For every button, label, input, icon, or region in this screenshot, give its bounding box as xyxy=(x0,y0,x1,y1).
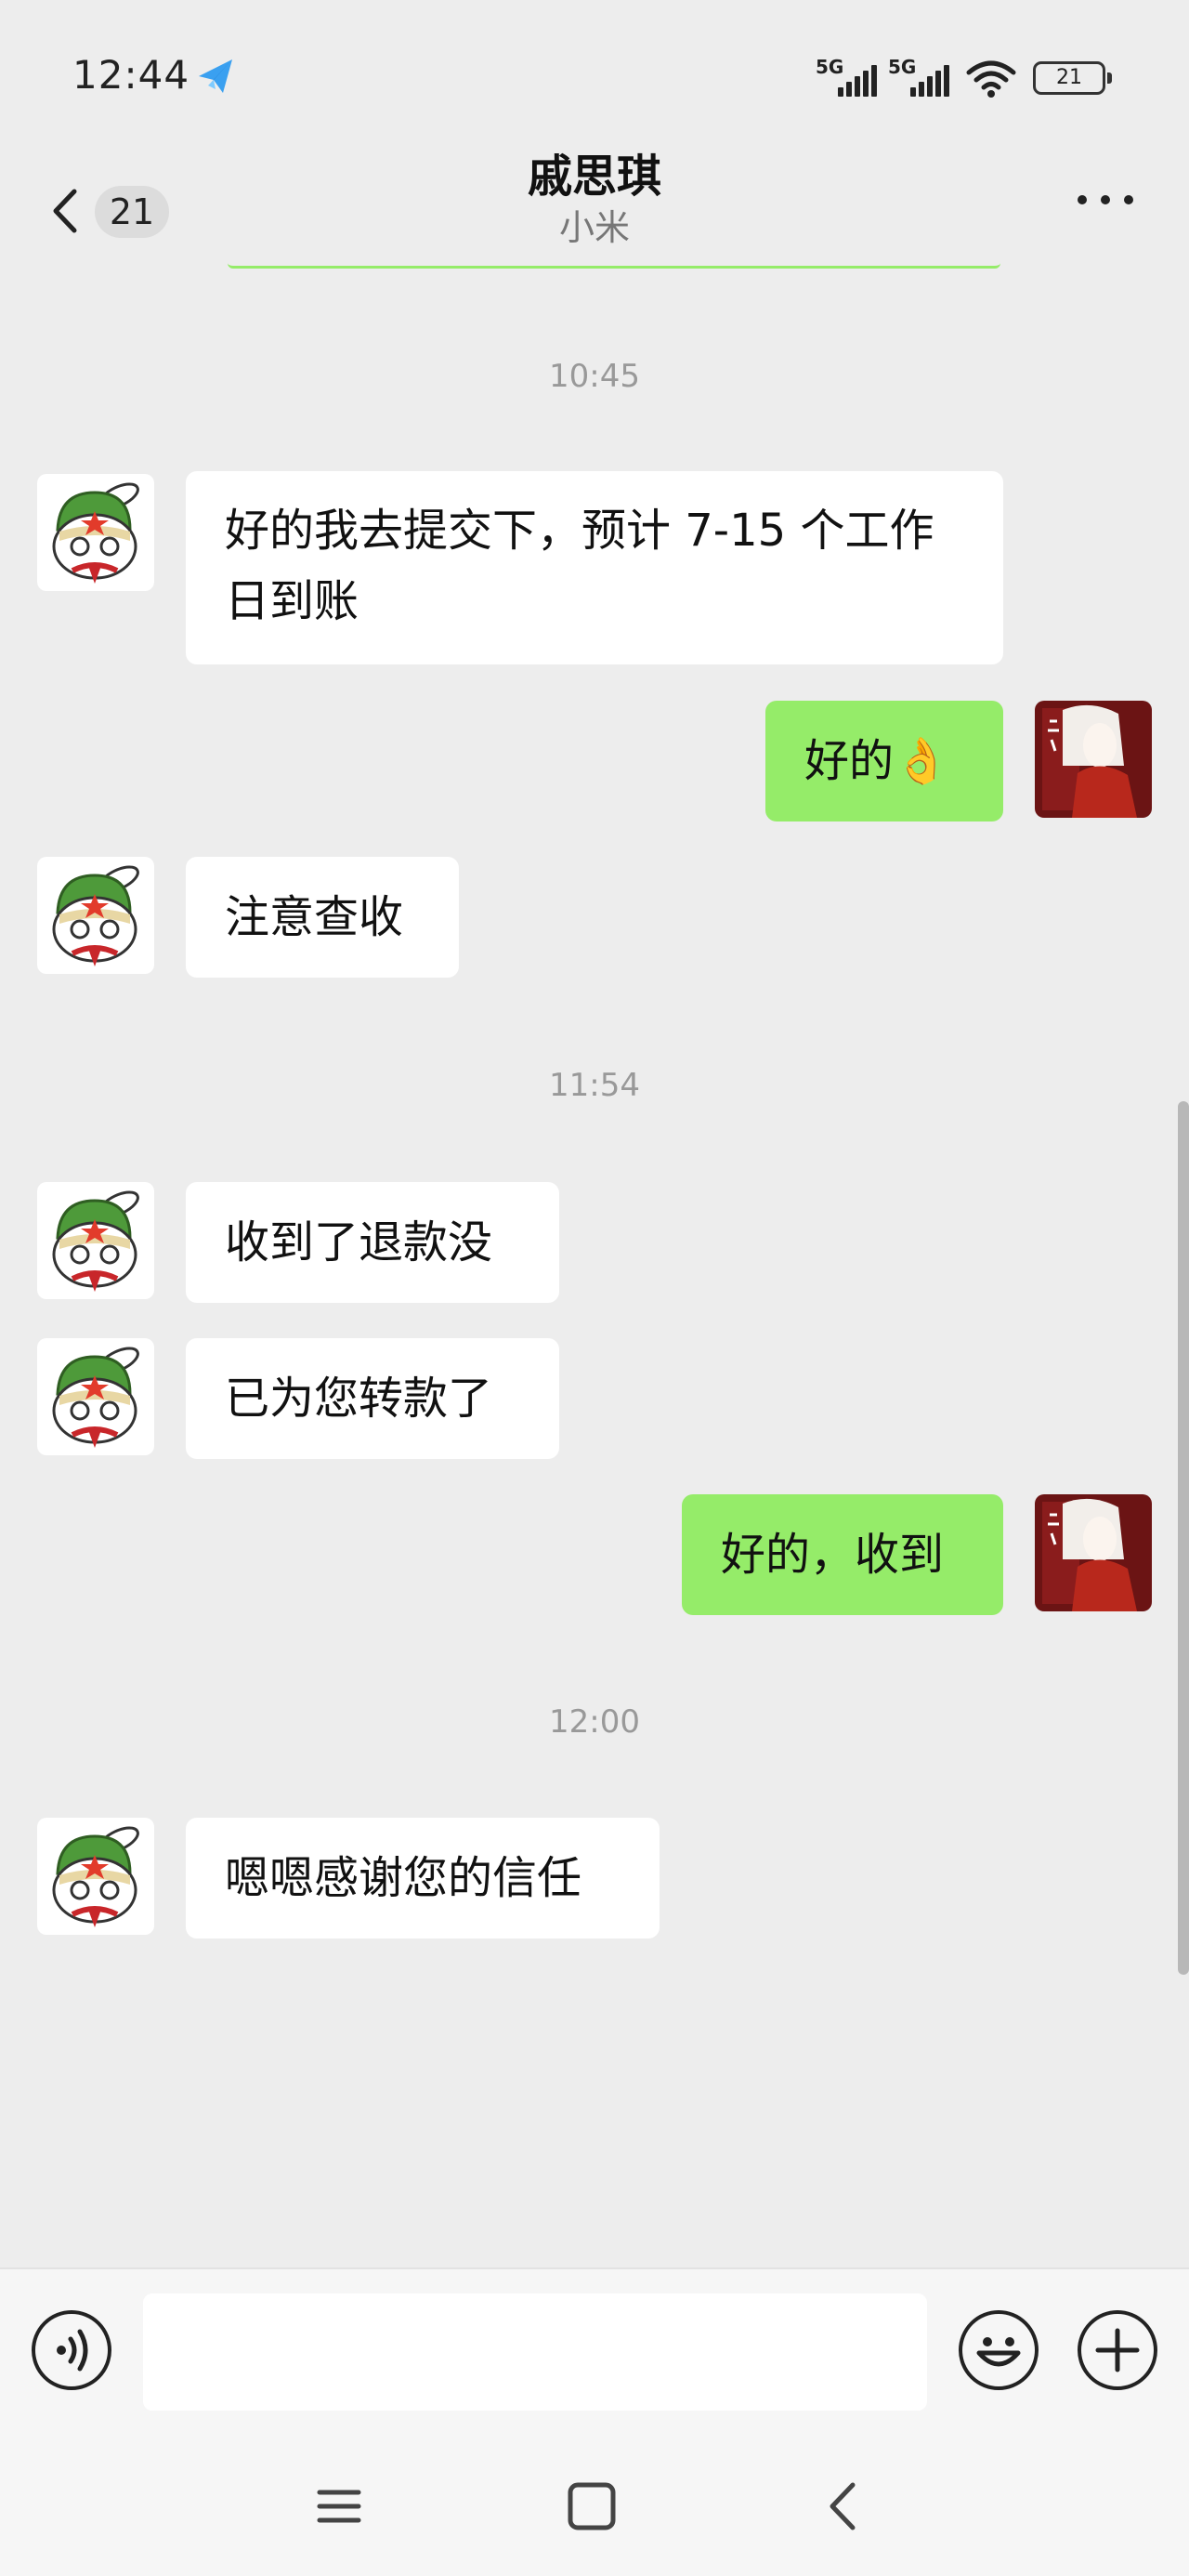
mitu-rabbit-icon xyxy=(37,1182,154,1299)
message-input[interactable] xyxy=(143,2293,927,2411)
input-bar xyxy=(0,2267,1189,2427)
contact-avatar[interactable] xyxy=(37,1818,154,1935)
plus-button[interactable] xyxy=(1078,2310,1157,2390)
battery-icon: 21 xyxy=(1033,61,1112,95)
message-bubble[interactable]: 收到了退款没 xyxy=(186,1182,559,1303)
plus-icon xyxy=(1095,2328,1140,2372)
contact-avatar[interactable] xyxy=(37,1338,154,1455)
home-button[interactable] xyxy=(557,2474,632,2539)
timestamp: 10:45 xyxy=(549,358,640,395)
my-avatar[interactable] xyxy=(1035,701,1152,818)
back-icon xyxy=(830,2482,856,2530)
chat-title: 戚思琪 xyxy=(527,151,661,203)
timestamp: 11:54 xyxy=(549,1067,640,1104)
contact-avatar[interactable] xyxy=(37,1182,154,1299)
more-options-button[interactable] xyxy=(1068,177,1143,223)
message-bubble[interactable]: 嗯嗯感谢您的信任 xyxy=(186,1818,660,1939)
battery-level: 21 xyxy=(1056,66,1082,89)
mitu-rabbit-icon xyxy=(37,857,154,974)
chat-screen: 12:44 5G 5G 21 21 戚思琪 小米 10:45 好的我去提交下，预… xyxy=(0,0,1189,2576)
wifi-icon xyxy=(966,60,1016,98)
emoji-button[interactable] xyxy=(959,2310,1039,2390)
message-text-line2: 日到账 xyxy=(225,575,359,627)
emoji-icon xyxy=(976,2337,1021,2367)
message-text-line1: 好的我去提交下，预计 7-15 个工作 xyxy=(225,505,934,557)
signal-2-icon: 5G xyxy=(888,56,953,97)
signal-1-icon: 5G xyxy=(816,56,881,97)
menu-button[interactable] xyxy=(301,2474,375,2539)
chat-header: 21 戚思琪 小米 xyxy=(0,139,1189,269)
system-navigation-bar xyxy=(0,2427,1189,2576)
user-avatar-icon xyxy=(1035,1494,1152,1611)
contact-avatar[interactable] xyxy=(37,474,154,591)
system-back-button[interactable] xyxy=(806,2474,881,2539)
user-avatar-icon xyxy=(1035,701,1152,818)
message-bubble[interactable]: 已为您转款了 xyxy=(186,1338,559,1459)
pinned-card-edge xyxy=(228,263,1000,269)
menu-icon xyxy=(317,2490,361,2523)
home-icon xyxy=(568,2482,616,2530)
status-bar: 12:44 5G 5G 21 xyxy=(0,0,1189,139)
message-bubble[interactable]: 好的，收到 xyxy=(682,1494,1003,1615)
contact-avatar[interactable] xyxy=(37,857,154,974)
chat-subtitle: 小米 xyxy=(558,207,630,248)
voice-icon xyxy=(57,2329,88,2372)
mitu-rabbit-icon xyxy=(37,1338,154,1455)
mitu-rabbit-icon xyxy=(37,474,154,591)
status-time: 12:44 xyxy=(72,52,190,98)
message-bubble[interactable]: 好的我去提交下，预计 7-15 个工作 日到账 xyxy=(186,471,1003,664)
message-bubble[interactable]: 注意查收 xyxy=(186,857,459,978)
scrollbar[interactable] xyxy=(1178,1101,1189,1975)
message-bubble[interactable]: 好的👌 xyxy=(765,701,1003,821)
voice-button[interactable] xyxy=(32,2310,111,2390)
timestamp: 12:00 xyxy=(549,1703,640,1741)
mitu-rabbit-icon xyxy=(37,1818,154,1935)
my-avatar[interactable] xyxy=(1035,1494,1152,1611)
paper-plane-icon xyxy=(199,59,232,93)
